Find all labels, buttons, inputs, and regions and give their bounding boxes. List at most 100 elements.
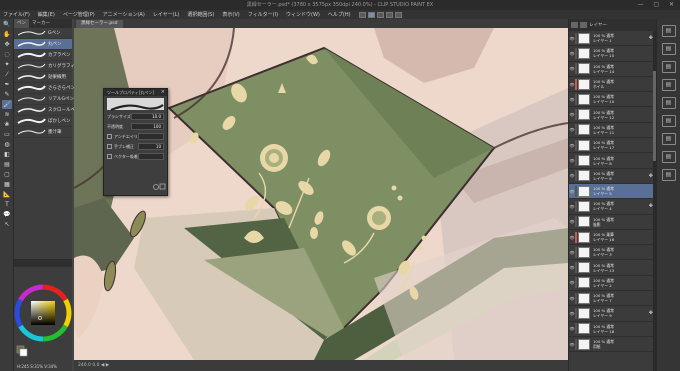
- move-icon[interactable]: ✥: [2, 40, 12, 49]
- layer-row[interactable]: 👁 100 % 通常 陰影: [569, 215, 656, 230]
- menu-item[interactable]: 編集(E): [38, 11, 55, 18]
- folder-icon[interactable]: ▤: [661, 25, 676, 37]
- expand-icon[interactable]: [159, 183, 166, 190]
- blend-icon[interactable]: ◍: [2, 140, 12, 149]
- checkbox[interactable]: [107, 144, 112, 149]
- canvas-tab[interactable]: 黒緑セーラー.psd: [76, 20, 123, 28]
- layer-row[interactable]: 👁 100 % 通常 レイヤー 3: [569, 245, 656, 261]
- menu-item[interactable]: ウィンドウ(W): [286, 11, 320, 18]
- lasso-icon[interactable]: ◌: [2, 50, 12, 59]
- tool-property-header[interactable]: ツールプロパティ[丸ペン] ×: [104, 89, 167, 96]
- layer-row[interactable]: 👁 100 % 通常 レイヤー 2: [569, 276, 656, 292]
- folder-icon[interactable]: ▤: [661, 61, 676, 73]
- settings-icon[interactable]: [153, 184, 159, 190]
- toolbar-button[interactable]: [394, 11, 402, 18]
- layer-row[interactable]: 👁 100 % 乗算 レイヤー 16: [569, 230, 656, 246]
- brush-icon[interactable]: 🖌: [2, 100, 12, 109]
- layer-row[interactable]: 👁 100 % 通常 レイヤー 10: [569, 92, 656, 108]
- checkbox[interactable]: [107, 154, 112, 159]
- layer-row[interactable]: 👁 100 % 通常 レイヤー 13: [569, 260, 656, 276]
- gradient-icon[interactable]: ▤: [2, 160, 12, 169]
- layer-row[interactable]: 👁 100 % 通常 レイヤー 1 ✥: [569, 31, 656, 47]
- brush-item[interactable]: スクロールペン: [14, 105, 80, 116]
- layer-row[interactable]: 👁 100 % 通常 レイヤー 12: [569, 107, 656, 123]
- layer-row[interactable]: 👁 100 % 通常 レイヤー 18: [569, 322, 656, 337]
- property-value[interactable]: [138, 133, 164, 140]
- layer-menu-icon[interactable]: [571, 22, 578, 28]
- menu-item[interactable]: フィルター(I): [248, 11, 278, 18]
- menu-item[interactable]: アニメーション(A): [103, 11, 145, 18]
- window-controls[interactable]: — ▢ ✕: [637, 0, 678, 10]
- brush-label: カリグラフィ: [48, 64, 75, 69]
- folder-icon[interactable]: ▤: [661, 97, 676, 109]
- menu-item[interactable]: ヘルプ(H): [328, 11, 351, 18]
- sub-color-swatch[interactable]: [19, 348, 28, 357]
- menu-item[interactable]: 表示(V): [222, 11, 239, 18]
- brush-item[interactable]: ぼかしペン: [14, 116, 72, 127]
- menu-item[interactable]: ページ管理(P): [63, 11, 95, 18]
- layer-row[interactable]: 👁 100 % 通常 レイヤー 17: [569, 138, 656, 154]
- menu-item[interactable]: 選択範囲(S): [187, 11, 214, 18]
- brush-item[interactable]: さらさらペン: [14, 83, 75, 94]
- brush-item[interactable]: リアルGペン: [14, 94, 74, 105]
- eraser-icon[interactable]: ▭: [2, 130, 12, 139]
- layer-row[interactable]: 👁 100 % 通常 レイヤー 9 ✥: [569, 306, 656, 322]
- zoom-icon[interactable]: 🔍: [2, 20, 12, 29]
- pencil-icon[interactable]: ✎: [2, 90, 12, 99]
- brush-item[interactable]: カブラペン: [14, 50, 72, 61]
- layer-row[interactable]: 👁 100 % 通常 レイヤー 7: [569, 291, 656, 307]
- brush-item[interactable]: 効果線用: [14, 72, 72, 83]
- toolbar-button[interactable]: [358, 11, 366, 18]
- ruler-icon[interactable]: 📐: [2, 190, 12, 199]
- brush-item[interactable]: Gペン: [14, 28, 72, 39]
- tab-marker[interactable]: マーカー: [29, 19, 53, 28]
- folder-icon[interactable]: ▤: [661, 133, 676, 145]
- wand-icon[interactable]: ✦: [2, 60, 12, 69]
- tab-pen[interactable]: ペン: [14, 19, 29, 28]
- new-layer-icon[interactable]: [580, 22, 587, 28]
- brush-item[interactable]: 墨汁筆: [14, 127, 72, 138]
- fill-icon[interactable]: ◧: [2, 150, 12, 159]
- figure-icon[interactable]: ▢: [2, 170, 12, 179]
- pen-icon[interactable]: ✒: [2, 80, 12, 89]
- menu-item[interactable]: ファイル(F): [3, 11, 30, 18]
- layer-color-marker: [575, 93, 577, 105]
- frame-icon[interactable]: ▦: [2, 180, 12, 189]
- property-value[interactable]: 10.0: [131, 113, 164, 120]
- toolbar-button[interactable]: [385, 11, 393, 18]
- brush-item[interactable]: カリグラフィ: [14, 61, 75, 72]
- layer-row[interactable]: 👁 100 % 通常 レイヤー 8: [569, 153, 656, 169]
- folder-icon[interactable]: ▤: [661, 151, 676, 163]
- color-wheel[interactable]: [14, 268, 72, 358]
- layer-row[interactable]: 👁 100 % 通常 レイヤー 4 ✥: [569, 199, 656, 215]
- folder-icon[interactable]: ▤: [661, 115, 676, 127]
- property-value[interactable]: 10: [138, 143, 164, 150]
- layer-row[interactable]: 👁 100 % 通常 レイヤー 11: [569, 123, 656, 139]
- toolbar-button[interactable]: [376, 11, 384, 18]
- hand-icon[interactable]: ✋: [2, 30, 12, 39]
- property-value[interactable]: 100: [131, 123, 164, 130]
- toolbar-button[interactable]: [367, 11, 375, 18]
- balloon-icon[interactable]: 💬: [2, 210, 12, 219]
- correction-icon[interactable]: ↖: [2, 220, 12, 229]
- layer-row[interactable]: 👁 100 % 通常 レイヤー 15: [569, 46, 656, 62]
- layer-row[interactable]: 👁 100 % 通常 レイヤー 6 ✥: [569, 169, 656, 184]
- folder-icon[interactable]: ▤: [661, 169, 676, 181]
- layer-row[interactable]: 👁 100 % 通常 用紙: [569, 337, 656, 353]
- close-icon[interactable]: ×: [161, 89, 165, 96]
- brush-item[interactable]: 丸ペン: [14, 39, 72, 50]
- property-row: ブラシサイズ 10.0: [107, 112, 164, 121]
- folder-icon[interactable]: ▤: [661, 43, 676, 55]
- folder-icon[interactable]: ▤: [661, 79, 676, 91]
- layer-row[interactable]: 👁 100 % 通常 レイヤー 14: [569, 62, 656, 77]
- eyedropper-icon[interactable]: ⁄: [2, 70, 12, 79]
- menu-item[interactable]: レイヤー(L): [153, 11, 180, 18]
- airbrush-icon[interactable]: ≋: [2, 110, 12, 119]
- decoration-icon[interactable]: ❀: [2, 120, 12, 129]
- property-value[interactable]: [138, 153, 164, 160]
- checkbox[interactable]: [107, 134, 112, 139]
- layer-row[interactable]: 👁 100 % 通常 ホイル: [569, 77, 656, 93]
- text-icon[interactable]: T: [2, 200, 12, 209]
- property-row: 不透明度 100: [107, 122, 164, 131]
- layer-row[interactable]: 👁 100 % 通常 レイヤー 5: [569, 183, 656, 200]
